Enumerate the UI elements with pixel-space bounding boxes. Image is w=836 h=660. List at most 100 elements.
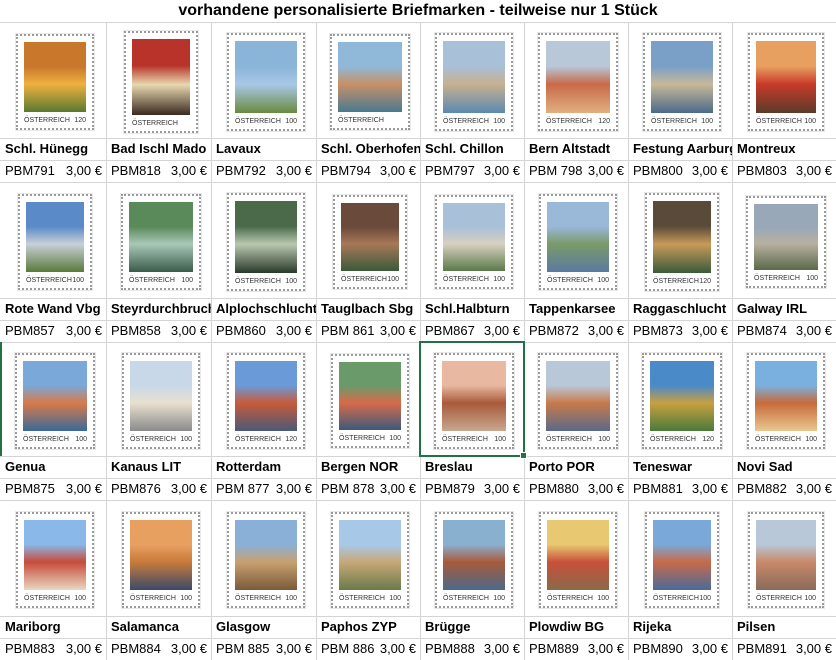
stamp-code-cell[interactable]: PBM884 3,00 € [106, 638, 211, 660]
stamp-code-cell[interactable]: PBM867 3,00 € [420, 320, 524, 342]
stamp-image[interactable]: ÖSTERREICH 100 [435, 512, 513, 608]
stamp-image[interactable]: ÖSTERREICH 100 [122, 512, 200, 608]
image-cell[interactable]: ÖSTERREICH 100 [211, 500, 316, 616]
stamp-name-cell[interactable]: Steyrdurchbruch [106, 298, 211, 320]
stamp-image[interactable]: ÖSTERREICH 100 [434, 353, 514, 449]
stamp-image[interactable]: ÖSTERREICH 100 [227, 33, 305, 131]
stamp-name-cell[interactable]: Pilsen [732, 616, 836, 638]
stamp-image[interactable]: ÖSTERREICH 100 [748, 33, 824, 131]
stamp-image[interactable]: ÖSTERREICH 100 [435, 195, 513, 289]
stamp-name-cell[interactable]: Rote Wand Vbg [0, 298, 106, 320]
stamp-name-cell[interactable]: Festung Aarburg [628, 138, 732, 160]
stamp-image[interactable]: ÖSTERREICH 120 [538, 33, 618, 131]
stamp-image[interactable]: ÖSTERREICH 100 [121, 194, 201, 290]
image-cell[interactable]: ÖSTERREICH [316, 22, 420, 138]
stamp-code-cell[interactable]: PBM874 3,00 € [732, 320, 836, 342]
stamp-code-cell[interactable]: PBM882 3,00 € [732, 478, 836, 500]
stamp-code-cell[interactable]: PBM 878 3,00 € [316, 478, 420, 500]
stamp-name-cell[interactable]: Novi Sad [732, 456, 836, 478]
image-cell[interactable]: ÖSTERREICH 100 [420, 342, 524, 456]
image-cell[interactable]: ÖSTERREICH 100 [316, 342, 420, 456]
stamp-code-cell[interactable]: PBM797 3,00 € [420, 160, 524, 182]
stamp-image[interactable]: ÖSTERREICH 100 [538, 353, 618, 449]
image-cell[interactable]: ÖSTERREICH 100 [316, 182, 420, 298]
stamp-name-cell[interactable]: Plowdiw BG [524, 616, 628, 638]
image-cell[interactable]: ÖSTERREICH 100 [316, 500, 420, 616]
stamp-name-cell[interactable]: Montreux [732, 138, 836, 160]
stamp-name-cell[interactable]: Schl. Chillon [420, 138, 524, 160]
stamp-code-cell[interactable]: PBM879 3,00 € [420, 478, 524, 500]
stamp-name-cell[interactable]: Porto POR [524, 456, 628, 478]
image-cell[interactable]: ÖSTERREICH 100 [420, 182, 524, 298]
image-cell[interactable]: ÖSTERREICH 100 [106, 182, 211, 298]
stamp-name-cell[interactable]: Tappenkarsee [524, 298, 628, 320]
stamp-code-cell[interactable]: PBM803 3,00 € [732, 160, 836, 182]
image-cell[interactable]: ÖSTERREICH 100 [524, 342, 628, 456]
stamp-code-cell[interactable]: PBM 877 3,00 € [211, 478, 316, 500]
stamp-name-cell[interactable]: Rijeka [628, 616, 732, 638]
image-cell[interactable]: ÖSTERREICH 120 [628, 342, 732, 456]
image-cell[interactable]: ÖSTERREICH 100 [732, 342, 836, 456]
stamp-code-cell[interactable]: PBM876 3,00 € [106, 478, 211, 500]
image-cell[interactable]: ÖSTERREICH 100 [628, 22, 732, 138]
stamp-code-cell[interactable]: PBM891 3,00 € [732, 638, 836, 660]
stamp-image[interactable]: ÖSTERREICH 100 [15, 353, 95, 449]
fill-handle[interactable] [520, 452, 527, 459]
stamp-image[interactable]: ÖSTERREICH 120 [227, 353, 305, 449]
stamp-image[interactable]: ÖSTERREICH 120 [16, 34, 94, 130]
stamp-image[interactable]: ÖSTERREICH 100 [16, 512, 94, 608]
stamp-name-cell[interactable]: Bad Ischl Mado [106, 138, 211, 160]
stamp-image[interactable]: ÖSTERREICH 100 [227, 512, 305, 608]
stamp-image[interactable]: ÖSTERREICH [124, 31, 198, 133]
stamp-image[interactable]: ÖSTERREICH 100 [331, 354, 409, 448]
image-cell[interactable]: ÖSTERREICH 100 [211, 182, 316, 298]
stamp-image[interactable]: ÖSTERREICH 100 [746, 196, 826, 288]
image-cell[interactable]: ÖSTERREICH 120 [524, 22, 628, 138]
stamp-name-cell[interactable]: Tauglbach Sbg [316, 298, 420, 320]
stamp-image[interactable]: ÖSTERREICH 100 [227, 193, 305, 291]
stamp-name-cell[interactable]: Schl. Hünegg [0, 138, 106, 160]
stamp-name-cell[interactable]: Salamanca [106, 616, 211, 638]
stamp-name-cell[interactable]: Paphos ZYP [316, 616, 420, 638]
image-cell[interactable]: ÖSTERREICH 100 [0, 182, 106, 298]
stamp-name-cell[interactable]: Genua [0, 456, 106, 478]
stamp-image[interactable]: ÖSTERREICH 100 [18, 194, 92, 290]
image-cell[interactable]: ÖSTERREICH 100 [628, 500, 732, 616]
stamp-image[interactable]: ÖSTERREICH 100 [435, 33, 513, 131]
image-cell[interactable]: ÖSTERREICH [106, 22, 211, 138]
image-cell[interactable]: ÖSTERREICH 100 [420, 22, 524, 138]
stamp-name-cell[interactable]: Mariborg [0, 616, 106, 638]
image-cell[interactable]: ÖSTERREICH 100 [420, 500, 524, 616]
image-cell[interactable]: ÖSTERREICH 100 [524, 182, 628, 298]
stamp-name-cell[interactable]: Galway IRL [732, 298, 836, 320]
stamp-code-cell[interactable]: PBM 886 3,00 € [316, 638, 420, 660]
stamp-image[interactable]: ÖSTERREICH 100 [539, 512, 617, 608]
stamp-code-cell[interactable]: PBM888 3,00 € [420, 638, 524, 660]
stamp-code-cell[interactable]: PBM792 3,00 € [211, 160, 316, 182]
image-cell[interactable]: ÖSTERREICH 100 [106, 500, 211, 616]
stamp-code-cell[interactable]: PBM791 3,00 € [0, 160, 106, 182]
image-cell[interactable]: ÖSTERREICH 100 [732, 182, 836, 298]
stamp-name-cell[interactable]: Glasgow [211, 616, 316, 638]
stamp-code-cell[interactable]: PBM889 3,00 € [524, 638, 628, 660]
image-cell[interactable]: ÖSTERREICH 100 [732, 22, 836, 138]
stamp-name-cell[interactable]: Rotterdam [211, 456, 316, 478]
stamp-name-cell[interactable]: Lavaux [211, 138, 316, 160]
stamp-image[interactable]: ÖSTERREICH 100 [333, 195, 407, 289]
image-cell[interactable]: ÖSTERREICH 100 [0, 342, 106, 456]
stamp-code-cell[interactable]: PBM 885 3,00 € [211, 638, 316, 660]
stamp-code-cell[interactable]: PBM 798 3,00 € [524, 160, 628, 182]
stamp-code-cell[interactable]: PBM818 3,00 € [106, 160, 211, 182]
stamp-code-cell[interactable]: PBM860 3,00 € [211, 320, 316, 342]
image-cell[interactable]: ÖSTERREICH 100 [106, 342, 211, 456]
stamp-name-cell[interactable]: Schl. Oberhofen [316, 138, 420, 160]
stamp-image[interactable]: ÖSTERREICH [330, 34, 410, 130]
stamp-code-cell[interactable]: PBM794 3,00 € [316, 160, 420, 182]
stamp-name-cell[interactable]: Bergen NOR [316, 456, 420, 478]
stamp-code-cell[interactable]: PBM872 3,00 € [524, 320, 628, 342]
stamp-name-cell[interactable]: Raggaschlucht [628, 298, 732, 320]
stamp-name-cell[interactable]: Teneswar [628, 456, 732, 478]
image-cell[interactable]: ÖSTERREICH 120 [0, 22, 106, 138]
stamp-code-cell[interactable]: PBM890 3,00 € [628, 638, 732, 660]
stamp-name-cell[interactable]: Breslau [420, 456, 524, 478]
